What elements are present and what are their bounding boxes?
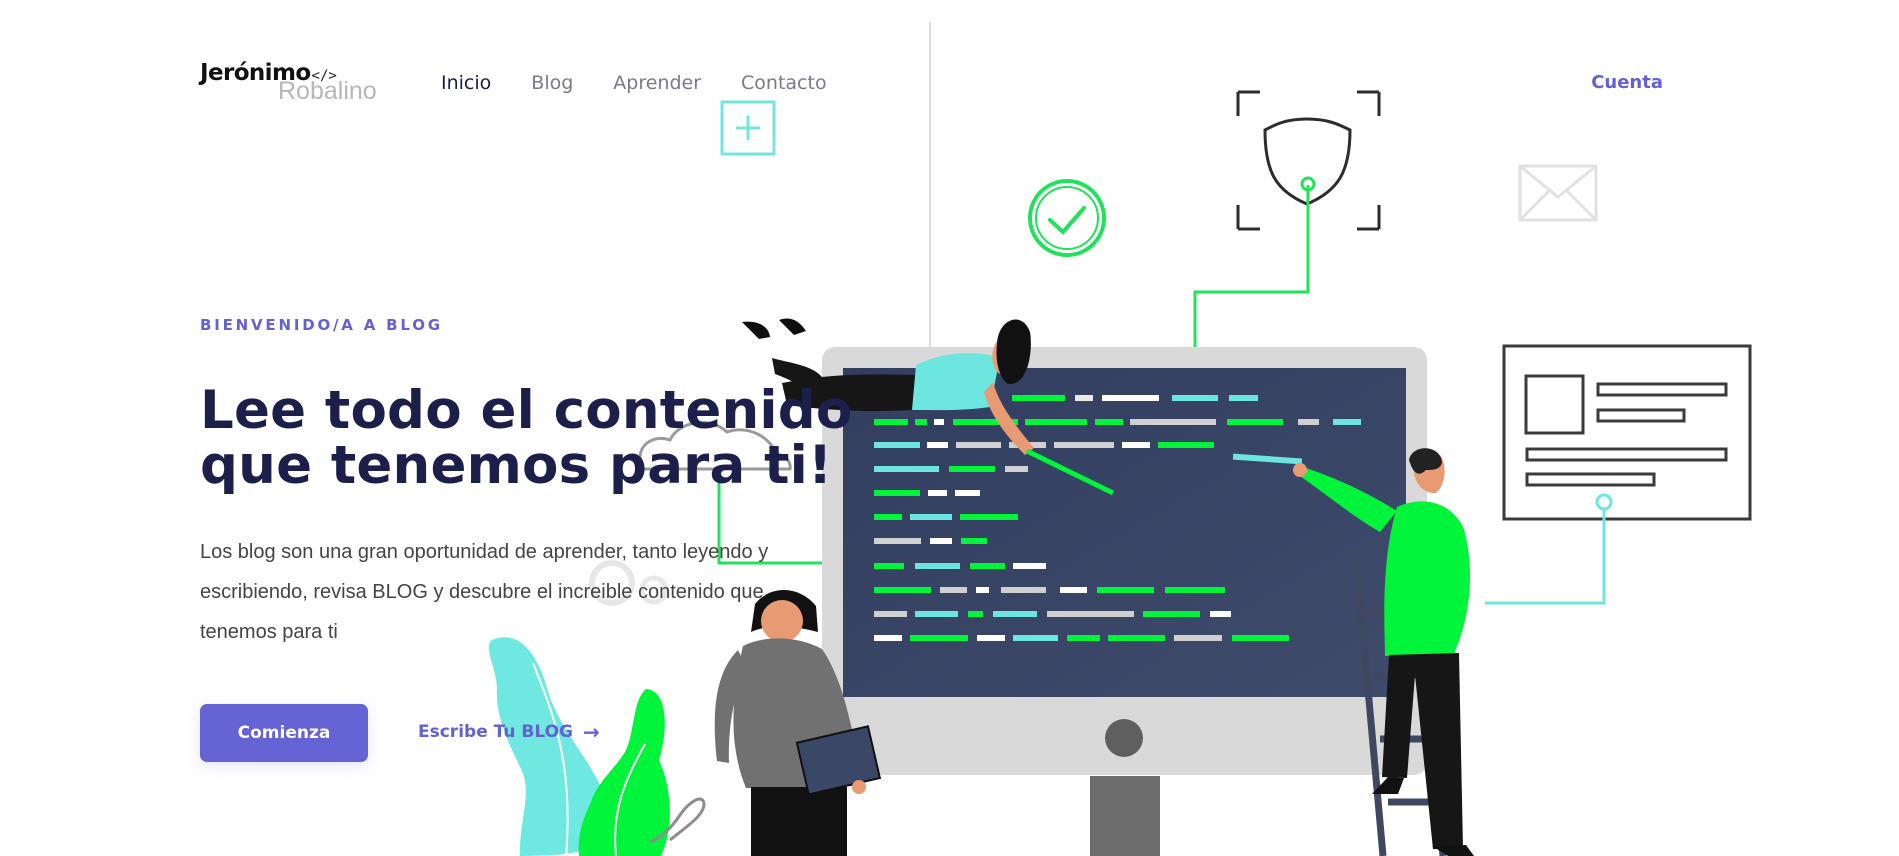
nav-link-blog[interactable]: Blog bbox=[531, 72, 573, 94]
write-blog-link[interactable]: Escribe Tu BLOG → bbox=[418, 722, 600, 742]
write-blog-link-label: Escribe Tu BLOG bbox=[418, 722, 573, 742]
landing-page: Jerónimo</> Robalino Inicio Blog Aprende… bbox=[0, 0, 1899, 856]
hero-description: Los blog son una gran oportunidad de apr… bbox=[200, 541, 769, 643]
check-circle-icon bbox=[1028, 179, 1106, 257]
hero-eyebrow: BIENVENIDO/A A BLOG bbox=[200, 316, 443, 334]
plus-box-icon bbox=[720, 100, 776, 156]
hero-title-line-1: Lee todo el contenido bbox=[200, 380, 853, 441]
start-button[interactable]: Comienza bbox=[200, 704, 368, 762]
account-link[interactable]: Cuenta bbox=[1591, 72, 1663, 93]
mail-icon bbox=[1518, 164, 1598, 222]
document-card-icon bbox=[1502, 344, 1752, 521]
logo-subtitle: Robalino bbox=[278, 77, 377, 105]
hero-title-line-2: que tenemos para ti! bbox=[200, 435, 833, 496]
site-logo[interactable]: Jerónimo</> Robalino bbox=[200, 62, 377, 104]
nav-link-aprender[interactable]: Aprender bbox=[613, 72, 701, 94]
monitor-illustration bbox=[822, 347, 1427, 856]
main-navigation: Inicio Blog Aprender Contacto bbox=[441, 72, 827, 94]
plant-illustration bbox=[488, 637, 706, 856]
hero-content: BIENVENIDO/A A BLOG Lee todo el contenid… bbox=[200, 316, 860, 652]
hero-title: Lee todo el contenido que tenemos para t… bbox=[200, 383, 860, 493]
arrow-right-icon: → bbox=[582, 720, 600, 744]
nav-link-contacto[interactable]: Contacto bbox=[741, 72, 827, 94]
nav-link-inicio[interactable]: Inicio bbox=[441, 72, 491, 94]
